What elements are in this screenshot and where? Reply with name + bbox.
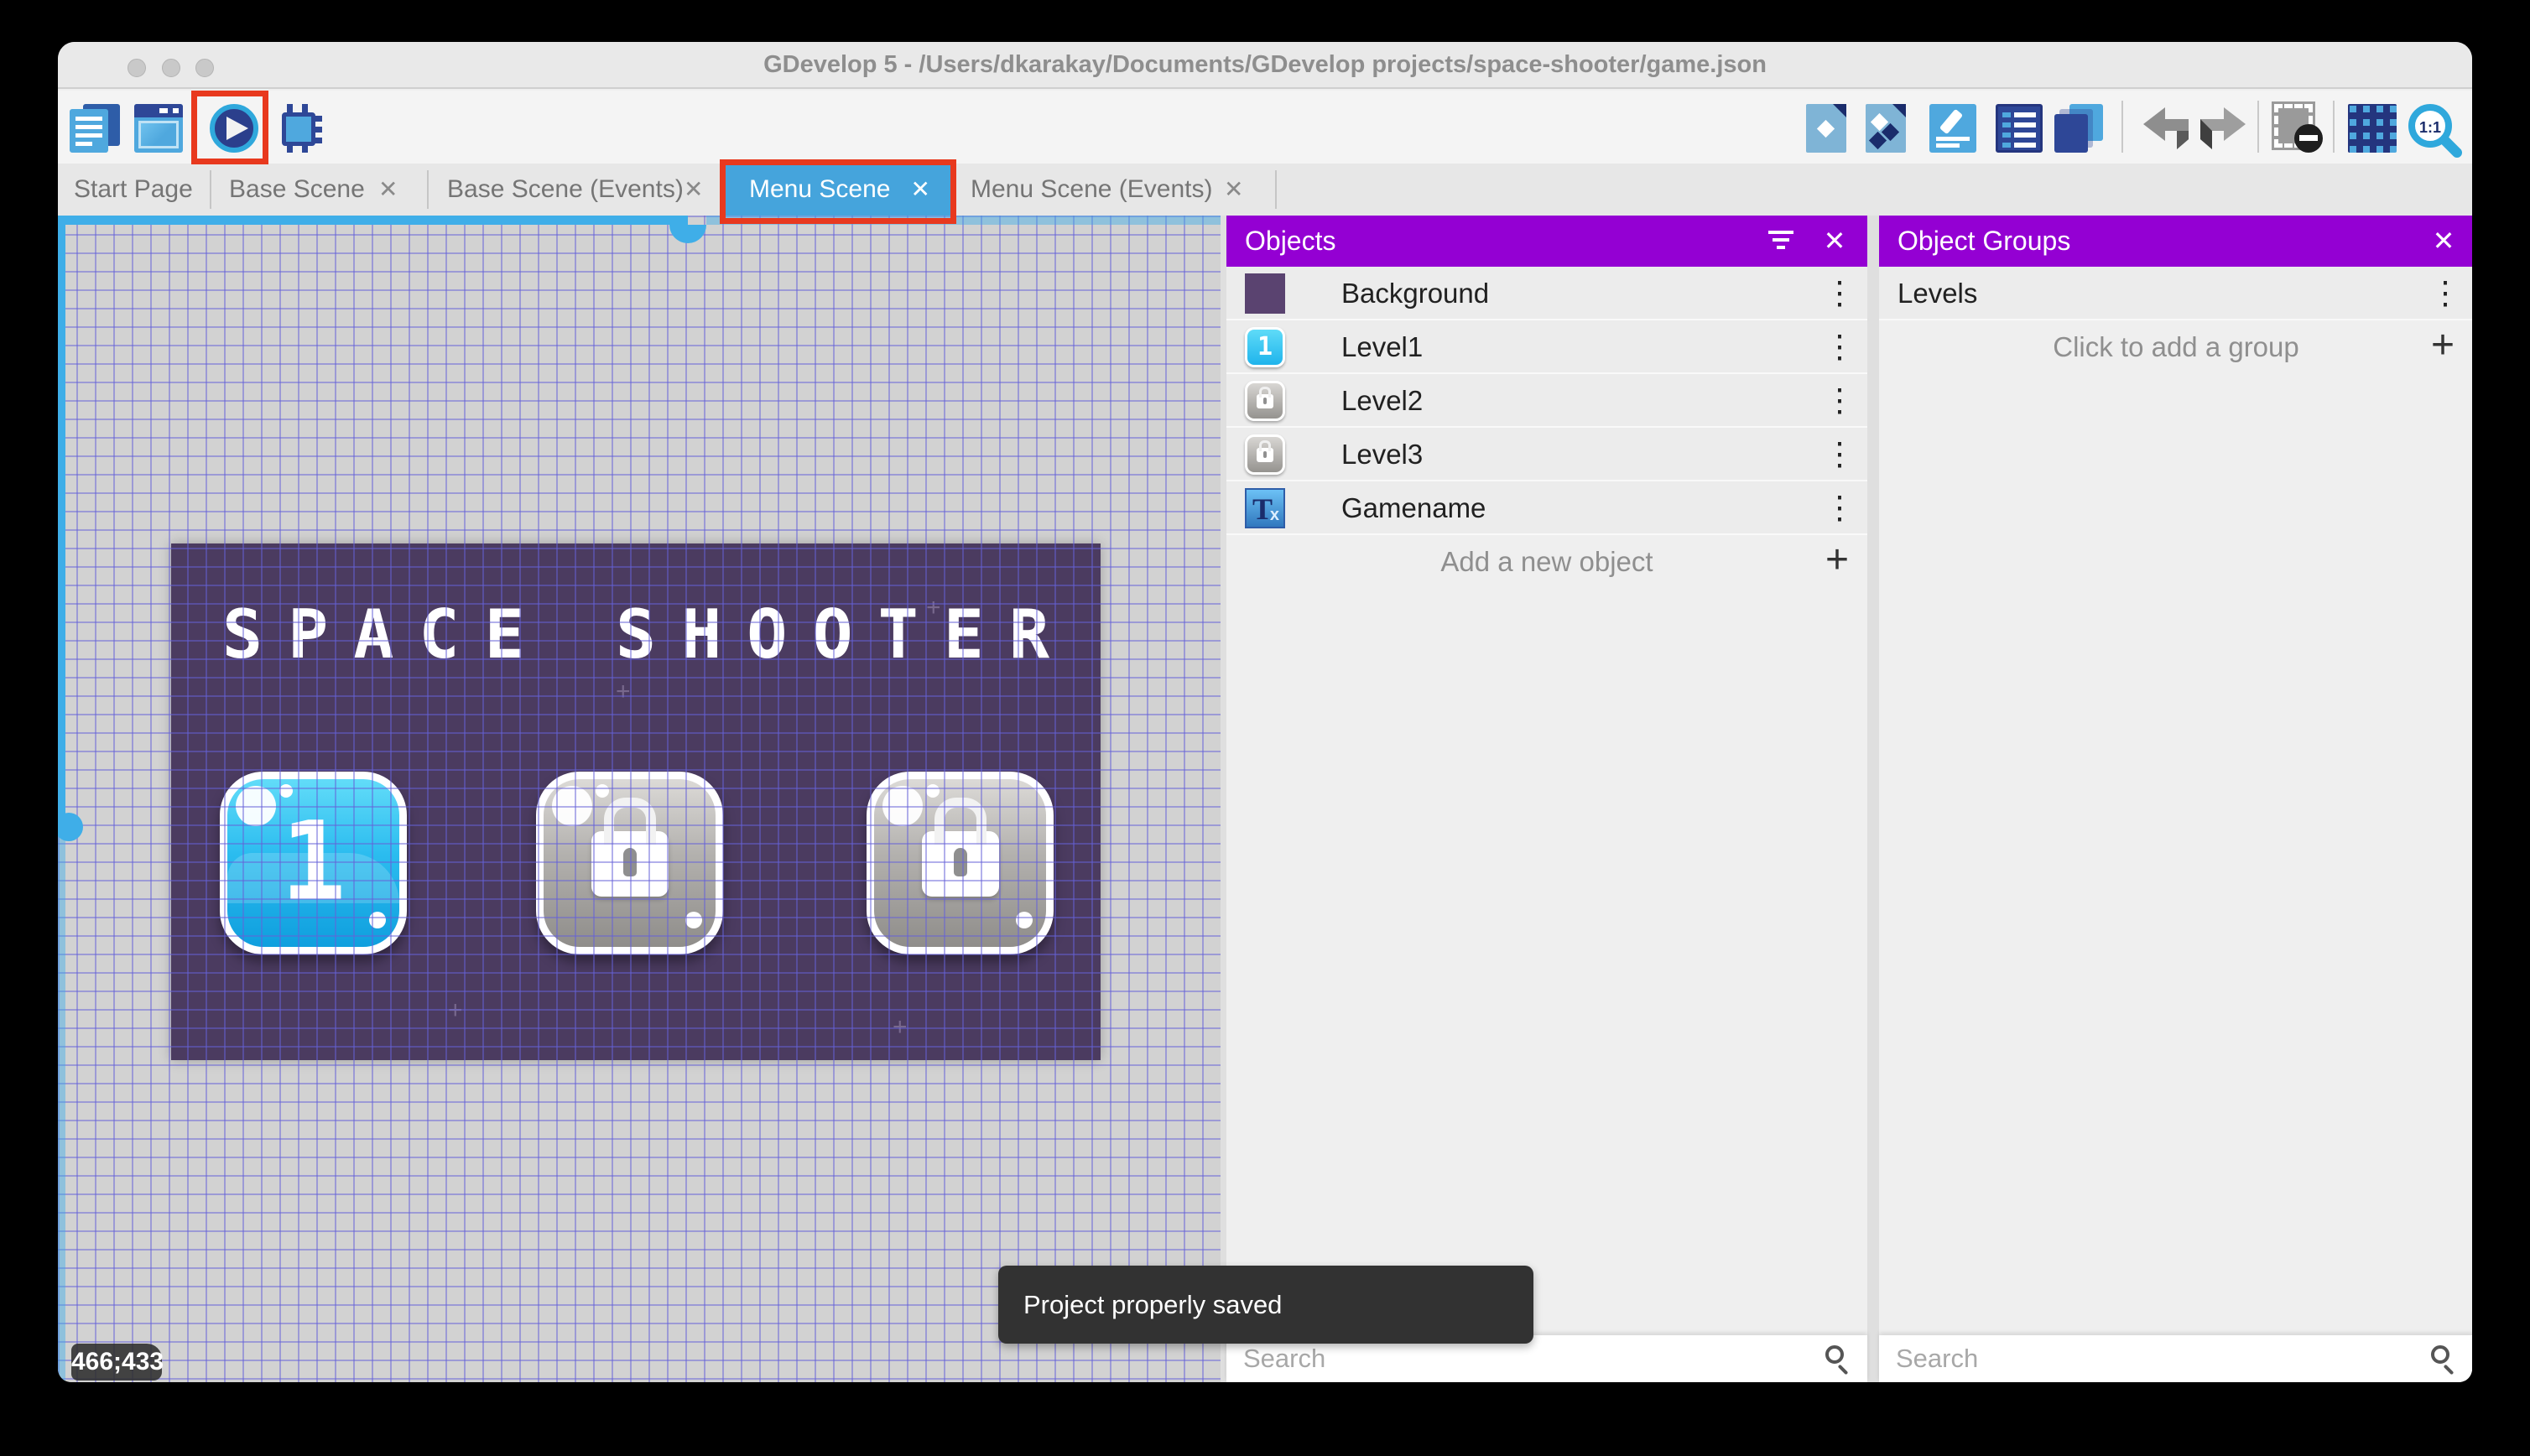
toggle-object-groups-icon[interactable] <box>1866 104 1906 153</box>
toggle-objects-panel-icon[interactable] <box>1806 104 1846 153</box>
tab-base-scene[interactable]: Base Scene <box>229 164 365 216</box>
scene-game-title: SPACE SHOOTER <box>171 595 1101 673</box>
undo-icon[interactable] <box>2140 106 2190 153</box>
lock-icon <box>591 831 669 897</box>
redo-icon[interactable] <box>2197 106 2249 153</box>
close-tab-icon[interactable]: ✕ <box>1224 164 1243 216</box>
scene-window-border-left <box>58 216 65 828</box>
properties-icon[interactable] <box>1929 104 1976 153</box>
row-menu-icon[interactable]: ⋮ <box>1824 374 1849 428</box>
highlight-play-button <box>191 91 268 164</box>
scene-window-border-left-ext <box>58 828 65 1382</box>
toolbar-separator <box>2333 101 2335 153</box>
tab-menu-scene-events[interactable]: Menu Scene (Events) <box>971 164 1212 216</box>
scene-border-handle-left[interactable] <box>58 813 83 841</box>
add-object-icon[interactable]: + <box>1825 535 1849 589</box>
object-row-level3[interactable]: Level3 ⋮ <box>1226 428 1867 481</box>
level1-thumbnail: 1 <box>1245 327 1285 367</box>
tab-start-page[interactable]: Start Page <box>74 164 193 216</box>
object-groups-panel: Object Groups ✕ Levels ⋮ Click to add a … <box>1879 216 2472 1382</box>
filter-icon[interactable] <box>1767 231 1795 252</box>
zoom-1-1-icon[interactable]: 1:1 <box>2407 102 2462 158</box>
star-decoration: + <box>926 594 941 622</box>
level3-thumbnail <box>1245 434 1285 475</box>
star-decoration: + <box>893 1013 908 1042</box>
main-toolbar: 1:1 <box>58 91 2472 164</box>
star-decoration: + <box>616 678 631 706</box>
svg-text:1:1: 1:1 <box>2419 119 2441 136</box>
add-object-row[interactable]: Add a new object + <box>1226 535 1867 589</box>
close-panel-icon[interactable]: ✕ <box>1814 216 1856 267</box>
close-tab-icon[interactable]: ✕ <box>378 164 398 216</box>
object-row-gamename[interactable]: Tx Gamename ⋮ <box>1226 481 1867 535</box>
panel-divider <box>1867 216 1879 1382</box>
level2-button-locked[interactable] <box>536 772 723 954</box>
level1-button[interactable]: 1 <box>220 772 407 954</box>
toggle-grid-icon[interactable] <box>2348 104 2397 153</box>
row-menu-icon[interactable]: ⋮ <box>1824 428 1849 481</box>
save-toast: Project properly saved <box>998 1266 1533 1344</box>
row-menu-icon[interactable]: ⋮ <box>1824 481 1849 535</box>
layers-icon[interactable] <box>2054 104 2103 153</box>
tab-divider <box>427 170 429 209</box>
object-groups-header: Object Groups ✕ <box>1879 216 2472 267</box>
debug-icon[interactable] <box>275 104 322 153</box>
editor-tab-bar: Start Page Base Scene ✕ Base Scene (Even… <box>58 164 2472 216</box>
scene-border-handle-top[interactable] <box>669 225 706 243</box>
objects-panel-header: Objects ✕ <box>1226 216 1867 267</box>
game-scene-preview[interactable]: SPACE SHOOTER + + + + + + 1 <box>171 543 1101 1060</box>
objects-panel: Objects ✕ Background ⋮ 1 Level1 ⋮ Level2 <box>1226 216 1867 1382</box>
object-row-background[interactable]: Background ⋮ <box>1226 267 1867 320</box>
close-panel-icon[interactable]: ✕ <box>2423 216 2465 267</box>
tab-divider <box>210 170 211 209</box>
background-thumbnail <box>1245 273 1285 314</box>
level2-thumbnail <box>1245 381 1285 421</box>
search-icon <box>1825 1345 1844 1364</box>
object-row-level1[interactable]: 1 Level1 ⋮ <box>1226 320 1867 374</box>
tab-divider <box>1275 170 1277 209</box>
close-tab-icon[interactable]: ✕ <box>684 164 703 216</box>
search-icon <box>2431 1345 2449 1364</box>
groups-search-input[interactable] <box>1896 1335 2312 1382</box>
tab-base-scene-events[interactable]: Base Scene (Events) <box>447 164 684 216</box>
scene-window-border-top <box>58 216 688 225</box>
screen: GDevelop 5 - /Users/dkarakay/Documents/G… <box>0 0 2530 1456</box>
object-groups-title: Object Groups <box>1898 216 2070 267</box>
object-row-level2[interactable]: Level2 ⋮ <box>1226 374 1867 428</box>
highlight-menu-scene-tab <box>720 159 956 224</box>
lock-icon <box>922 831 999 897</box>
add-group-row[interactable]: Click to add a group + <box>1879 320 2472 374</box>
scene-window-icon[interactable] <box>134 104 183 153</box>
instances-list-icon[interactable] <box>1996 104 2043 153</box>
level3-button-locked[interactable] <box>867 772 1054 954</box>
group-row-levels[interactable]: Levels ⋮ <box>1879 267 2472 320</box>
title-bar: GDevelop 5 - /Users/dkarakay/Documents/G… <box>58 42 2472 89</box>
add-group-icon[interactable]: + <box>2431 320 2455 374</box>
toolbar-separator <box>2121 101 2123 153</box>
row-menu-icon[interactable]: ⋮ <box>1824 267 1849 320</box>
toggle-mask-icon[interactable] <box>2274 104 2323 153</box>
objects-panel-title: Objects <box>1245 216 1335 267</box>
groups-search-bar <box>1879 1335 2472 1382</box>
row-menu-icon[interactable]: ⋮ <box>2429 267 2455 320</box>
row-menu-icon[interactable]: ⋮ <box>1824 320 1849 374</box>
content-area: SPACE SHOOTER + + + + + + 1 <box>58 216 2472 1382</box>
gamename-thumbnail: Tx <box>1245 488 1285 528</box>
app-window: GDevelop 5 - /Users/dkarakay/Documents/G… <box>58 42 2472 1382</box>
window-title: GDevelop 5 - /Users/dkarakay/Documents/G… <box>58 42 2472 87</box>
star-decoration: + <box>448 996 463 1025</box>
panel-divider <box>1221 216 1226 1382</box>
cursor-coordinates-badge: 466;433 <box>71 1344 162 1381</box>
toolbar-separator <box>2257 101 2259 153</box>
project-manager-icon[interactable] <box>70 104 120 153</box>
scene-editor-canvas[interactable]: SPACE SHOOTER + + + + + + 1 <box>58 216 1221 1382</box>
